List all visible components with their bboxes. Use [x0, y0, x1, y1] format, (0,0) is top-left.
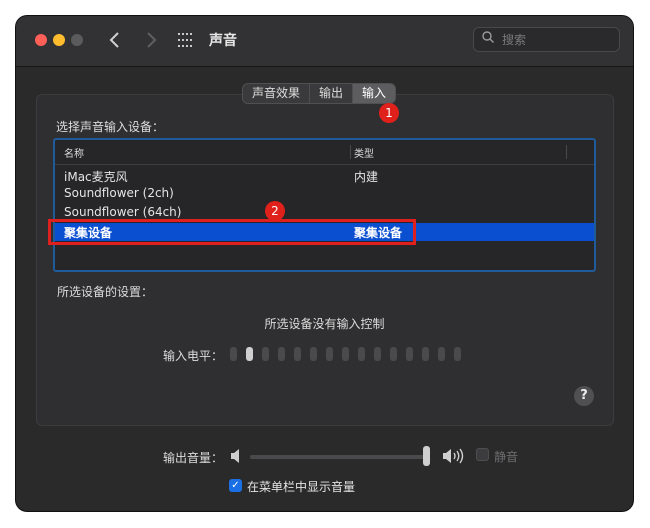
level-segment [358, 347, 365, 361]
forward-button[interactable] [140, 29, 162, 51]
column-divider [350, 145, 351, 159]
level-segment [262, 347, 269, 361]
level-segment [390, 347, 397, 361]
annotation-badge-2: 2 [265, 201, 285, 221]
level-segment [294, 347, 301, 361]
tab-bar: 声音效果 输出 输入 [242, 83, 397, 104]
level-segment [310, 347, 317, 361]
table-header: 名称 类型 [55, 140, 594, 165]
level-segment [230, 347, 237, 361]
level-segment [406, 347, 413, 361]
search-field[interactable] [473, 27, 620, 52]
sound-preferences-window: 声音 声音效果 输出 输入 1 选择声音输入设备： 名称 类型 iMac麦克风 … [16, 16, 633, 511]
no-input-controls-message: 所选设备没有输入控制 [264, 317, 385, 331]
column-header-name[interactable]: 名称 [64, 145, 84, 160]
zoom-window-button[interactable] [71, 34, 83, 46]
level-segment [438, 347, 445, 361]
title-bar: 声音 [16, 16, 633, 67]
tab-sound-effects[interactable]: 声音效果 [243, 84, 311, 103]
level-segment [278, 347, 285, 361]
minimize-window-button[interactable] [53, 34, 65, 46]
tab-output[interactable]: 输出 [310, 84, 354, 103]
level-segment [422, 347, 429, 361]
output-volume-slider-knob[interactable] [423, 446, 431, 466]
device-type: 内建 [354, 170, 379, 184]
show-volume-in-menubar-checkbox[interactable]: ✓ [229, 479, 242, 492]
level-segment [326, 347, 333, 361]
level-segment [454, 347, 461, 361]
search-icon [482, 31, 494, 43]
input-device-heading: 选择声音输入设备： [56, 120, 165, 134]
show-all-grid-icon[interactable] [178, 33, 194, 49]
speaker-high-icon [443, 448, 464, 464]
window-title: 声音 [209, 33, 237, 49]
input-level-meter [230, 347, 461, 361]
device-name: Soundflower (2ch) [64, 186, 174, 200]
tab-input[interactable]: 输入 [353, 84, 396, 103]
column-divider [566, 145, 567, 159]
level-segment [246, 347, 253, 361]
input-level-label: 输入电平： [163, 349, 224, 363]
annotation-highlight-box [48, 219, 416, 245]
help-button[interactable]: ? [574, 386, 594, 406]
mute-checkbox[interactable] [476, 448, 489, 461]
annotation-badge-1: 1 [379, 103, 399, 123]
table-row[interactable]: iMac麦克风 内建 [55, 167, 594, 185]
close-window-button[interactable] [35, 34, 47, 46]
device-name: Soundflower (64ch) [64, 205, 182, 219]
output-volume-label: 输出音量： [163, 451, 224, 465]
table-row[interactable]: Soundflower (2ch) [55, 185, 594, 203]
chevron-left-icon [109, 32, 119, 48]
search-input[interactable] [502, 31, 612, 48]
level-segment [374, 347, 381, 361]
device-name: iMac麦克风 [64, 170, 128, 184]
column-header-type[interactable]: 类型 [354, 145, 374, 160]
input-device-table[interactable]: 名称 类型 iMac麦克风 内建 Soundflower (2ch) Sound… [53, 138, 596, 272]
chevron-right-icon [147, 32, 157, 48]
show-volume-in-menubar-label: 在菜单栏中显示音量 [247, 480, 356, 494]
level-segment [342, 347, 349, 361]
selected-device-settings-heading: 所选设备的设置： [57, 285, 154, 299]
mute-label: 静音 [494, 450, 519, 464]
output-volume-slider[interactable] [250, 455, 430, 459]
speaker-low-icon [231, 449, 239, 463]
back-button[interactable] [104, 29, 126, 51]
